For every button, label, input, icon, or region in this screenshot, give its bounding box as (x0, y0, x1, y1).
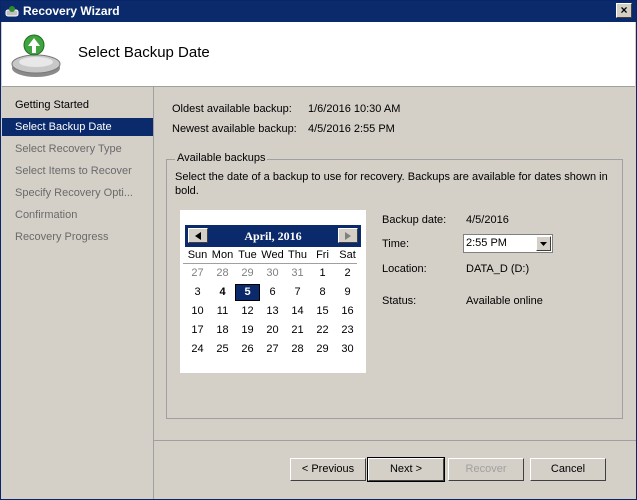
calendar-day[interactable]: 15 (310, 303, 335, 320)
calendar-month: April, 2016 (244, 229, 302, 243)
calendar-day[interactable]: 14 (285, 303, 310, 320)
calendar-day[interactable]: 30 (260, 265, 285, 282)
calendar-day[interactable]: 16 (335, 303, 360, 320)
main-panel: Oldest available backup: 1/6/2016 10:30 … (154, 87, 636, 499)
calendar-day[interactable]: 30 (335, 341, 360, 358)
weekday-header: Thu (288, 249, 307, 261)
next-month-icon[interactable] (338, 228, 358, 243)
weekday-header: Sun (187, 249, 208, 261)
sidebar-item-select-backup-date[interactable]: Select Backup Date (2, 118, 153, 136)
calendar-day-selected[interactable]: 5 (235, 284, 260, 301)
weekday-header: Tue (238, 249, 257, 261)
calendar-day[interactable]: 19 (235, 322, 260, 339)
sidebar-item-select-recovery-type: Select Recovery Type (15, 143, 122, 155)
calendar-day[interactable]: 13 (260, 303, 285, 320)
calendar-day[interactable]: 18 (210, 322, 235, 339)
calendar-day[interactable]: 17 (185, 322, 210, 339)
newest-backup-value: 4/5/2016 2:55 PM (308, 123, 395, 135)
calendar-day[interactable]: 6 (260, 284, 285, 301)
title-bar[interactable]: Recovery Wizard × (1, 1, 636, 22)
calendar-day[interactable]: 7 (285, 284, 310, 301)
calendar-day[interactable]: 1 (310, 265, 335, 282)
backup-date-label: Backup date: (382, 214, 447, 226)
sidebar-item-getting-started[interactable]: Getting Started (2, 96, 153, 114)
calendar-day[interactable]: 11 (210, 303, 235, 320)
calendar-header: April, 2016 (185, 225, 361, 247)
wizard-steps-sidebar: Getting Started Select Backup Date Selec… (2, 87, 154, 499)
calendar-day[interactable]: 25 (210, 341, 235, 358)
available-backups-group: Available backups Select the date of a b… (166, 152, 623, 419)
window-title: Recovery Wizard (23, 4, 120, 18)
oldest-backup-value: 1/6/2016 10:30 AM (308, 103, 401, 115)
newest-backup-label: Newest available backup: (172, 123, 297, 135)
next-button[interactable]: Next > (367, 457, 445, 482)
dropdown-arrow-icon[interactable] (536, 236, 551, 251)
sidebar-item-confirmation: Confirmation (15, 209, 78, 221)
calendar-day[interactable]: 12 (235, 303, 260, 320)
calendar-day[interactable]: 27 (185, 265, 210, 282)
page-title: Select Backup Date (78, 44, 210, 61)
sidebar-item-recovery-progress: Recovery Progress (15, 231, 109, 243)
calendar-day[interactable]: 4 (210, 284, 235, 301)
cancel-button[interactable]: Cancel (530, 458, 606, 481)
calendar-day[interactable]: 20 (260, 322, 285, 339)
calendar-day[interactable]: 21 (285, 322, 310, 339)
status-label: Status: (382, 295, 417, 307)
previous-button[interactable]: < Previous (290, 458, 366, 481)
oldest-backup-label: Oldest available backup: (172, 103, 292, 115)
calendar-day[interactable]: 22 (310, 322, 335, 339)
location-label: Location: (382, 263, 427, 275)
calendar-day[interactable]: 29 (235, 265, 260, 282)
calendar-day[interactable]: 3 (185, 284, 210, 301)
recover-button[interactable]: Recover (448, 458, 524, 481)
calendar-day[interactable]: 28 (210, 265, 235, 282)
calendar-day[interactable]: 23 (335, 322, 360, 339)
time-label: Time: (382, 238, 410, 250)
wizard-icon (5, 4, 19, 18)
footer-divider (154, 440, 636, 441)
weekday-header: Wed (261, 249, 284, 261)
recovery-wizard-window: Recovery Wizard × Select Backup Date Get… (0, 0, 637, 500)
prev-month-icon[interactable] (188, 228, 208, 243)
backup-date-value: 4/5/2016 (466, 214, 509, 226)
sidebar-item-select-items: Select Items to Recover (15, 165, 132, 177)
group-description: Select the date of a backup to use for r… (175, 171, 608, 197)
backup-disk-icon (8, 28, 64, 80)
calendar-day[interactable]: 26 (235, 341, 260, 358)
weekday-header: Fri (316, 249, 329, 261)
time-dropdown[interactable]: 2:55 PM (463, 234, 553, 253)
status-value: Available online (466, 295, 543, 307)
weekday-header: Sat (339, 249, 356, 261)
calendar-day[interactable]: 31 (285, 265, 310, 282)
calendar-day[interactable]: 8 (310, 284, 335, 301)
close-icon[interactable]: × (616, 3, 632, 18)
calendar: April, 2016 Sun Mon Tue Wed Thu Fri Sat 27 28 29 3… (180, 210, 366, 373)
group-title: Available backups (175, 152, 268, 164)
calendar-day[interactable]: 24 (185, 341, 210, 358)
calendar-day[interactable]: 10 (185, 303, 210, 320)
wizard-header: Select Backup Date (2, 22, 635, 87)
location-value: DATA_D (D:) (466, 263, 530, 275)
calendar-day[interactable]: 27 (260, 341, 285, 358)
time-value: 2:55 PM (466, 237, 507, 249)
calendar-day[interactable]: 28 (285, 341, 310, 358)
sidebar-item-recovery-options: Specify Recovery Opti... (15, 187, 133, 199)
calendar-day[interactable]: 2 (335, 265, 360, 282)
calendar-day[interactable]: 9 (335, 284, 360, 301)
weekday-divider (183, 263, 357, 264)
calendar-day[interactable]: 29 (310, 341, 335, 358)
weekday-header: Mon (211, 249, 234, 261)
